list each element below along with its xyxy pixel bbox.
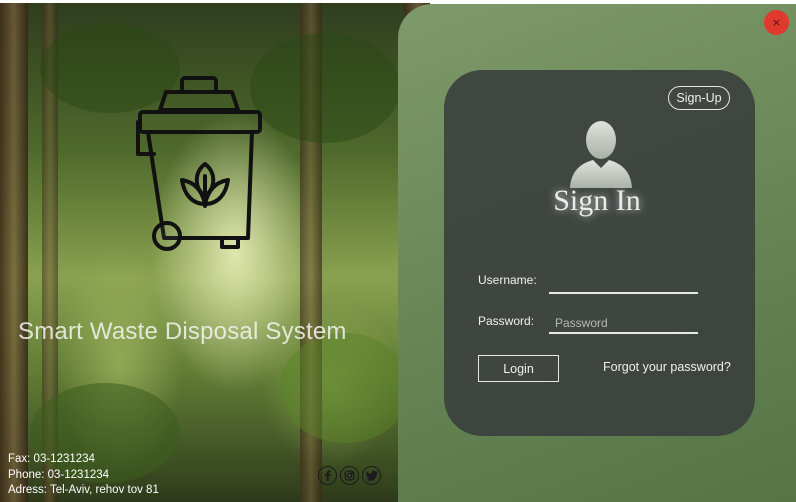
- contact-info: Fax: 03-1231234 Phone: 03-1231234 Adress…: [8, 452, 159, 499]
- twitter-icon[interactable]: [362, 466, 381, 485]
- username-label: Username:: [478, 273, 537, 287]
- foliage: [250, 33, 400, 143]
- forgot-password-link[interactable]: Forgot your password?: [603, 360, 731, 374]
- username-field[interactable]: [549, 274, 698, 294]
- signup-button[interactable]: Sign-Up: [668, 86, 730, 110]
- address-text: Adress: Tel-Aviv, rehov tov 81: [8, 484, 159, 496]
- foliage: [280, 333, 410, 443]
- tree-trunk: [0, 3, 28, 502]
- login-button[interactable]: Login: [478, 355, 559, 382]
- instagram-icon[interactable]: [340, 466, 359, 485]
- phone-text: Phone: 03-1231234: [8, 468, 110, 481]
- recycle-bin-leaf-icon: [136, 76, 262, 251]
- signin-heading: Sign In: [553, 184, 641, 217]
- user-avatar-icon: [570, 121, 632, 188]
- social-links: [318, 466, 381, 485]
- close-button[interactable]: ×: [764, 10, 789, 35]
- fax-text: Fax: 03-1231234: [8, 453, 95, 465]
- password-label: Password:: [478, 314, 535, 328]
- app-title: Smart Waste Disposal System: [18, 318, 347, 345]
- facebook-icon[interactable]: [318, 466, 337, 485]
- password-field[interactable]: [549, 314, 698, 334]
